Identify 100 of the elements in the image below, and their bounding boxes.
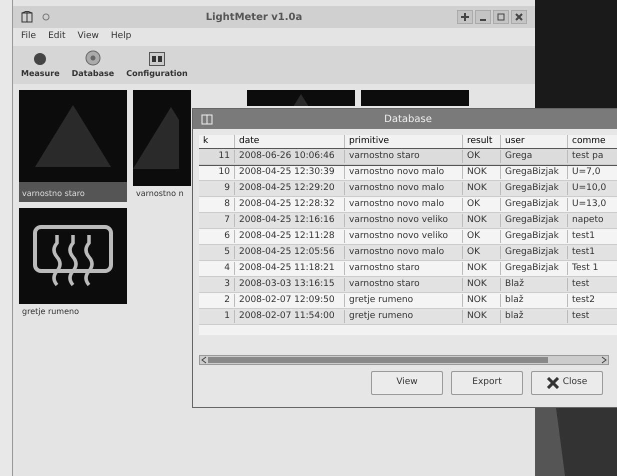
table-cell: NOK <box>463 262 501 276</box>
table-cell: blaž <box>501 294 568 308</box>
table-cell: varnostno novo veliko <box>345 214 463 228</box>
close-icon <box>546 377 559 389</box>
table-row[interactable]: 4 2008-04-25 11:18:21 varnostno staro NOK GregaBizjak Test 1 <box>199 261 617 277</box>
table-row[interactable]: 2 2008-02-07 12:09:50 gretje rumeno NOK blaž test2 <box>199 293 617 309</box>
table-cell: 2008-04-25 12:29:20 <box>235 182 345 196</box>
table-cell: U=13,0 <box>568 198 617 212</box>
table-cell: U=10,0 <box>568 182 617 196</box>
tile-label[interactable]: gretje rumeno <box>19 304 127 320</box>
table-row[interactable]: 8 2008-04-25 12:28:32 varnostno novo malo OK GregaBizjak U=13,0 <box>199 197 617 213</box>
toolbar-button[interactable]: Database <box>72 50 114 80</box>
table-cell: test1 <box>568 246 617 260</box>
table-cell: Test 1 <box>568 262 617 276</box>
table-cell: GregaBizjak <box>501 166 568 180</box>
tile-image[interactable] <box>19 208 127 304</box>
scroll-left-icon[interactable] <box>200 356 208 364</box>
table-cell: OK <box>463 150 501 164</box>
table-cell: OK <box>463 230 501 244</box>
table-row[interactable]: 3 2008-03-03 13:16:15 varnostno staro NOK Blaž test <box>199 277 617 293</box>
table-cell: 2008-06-26 10:06:46 <box>235 150 345 164</box>
table-cell: varnostno staro <box>345 278 463 292</box>
horizontal-scrollbar[interactable] <box>199 355 609 365</box>
table-cell: 9 <box>199 182 235 196</box>
table-cell: varnostno staro <box>345 150 463 164</box>
tile-image[interactable] <box>247 90 355 106</box>
table-row[interactable]: 5 2008-04-25 12:05:56 varnostno novo malo OK GregaBizjak test1 <box>199 245 617 261</box>
table-cell: OK <box>463 198 501 212</box>
dot-icon <box>33 52 48 66</box>
table-cell: 2008-02-07 11:54:00 <box>235 310 345 324</box>
table-cell: 11 <box>199 150 235 164</box>
table-cell: test2 <box>568 294 617 308</box>
scroll-right-icon[interactable] <box>600 356 608 364</box>
table-cell: NOK <box>463 166 501 180</box>
table-cell: U=7,0 <box>568 166 617 180</box>
menu-item[interactable]: View <box>78 30 99 44</box>
table-cell: 2008-03-03 13:16:15 <box>235 278 345 292</box>
tile-image[interactable] <box>133 90 191 186</box>
table-row[interactable]: 9 2008-04-25 12:29:20 varnostno novo malo NOK GregaBizjak U=10,0 <box>199 181 617 197</box>
table-cell: GregaBizjak <box>501 214 568 228</box>
window-title: LightMeter v1.0a <box>204 10 304 24</box>
table-cell: 10 <box>199 166 235 180</box>
table-cell: gretje rumeno <box>345 294 463 308</box>
table-row[interactable]: 7 2008-04-25 12:16:16 varnostno novo veliko NOK GregaBizjak napeto <box>199 213 617 229</box>
dialog-title: Database <box>383 112 433 126</box>
tile-image[interactable] <box>361 90 469 106</box>
tile-label[interactable]: varnostno n <box>133 186 191 202</box>
table-cell: varnostno novo malo <box>345 198 463 212</box>
table-cell: varnostno novo malo <box>345 182 463 196</box>
table-cell: 8 <box>199 198 235 212</box>
table-cell: NOK <box>463 294 501 308</box>
table-cell: 2 <box>199 294 235 308</box>
scrollbar-thumb[interactable] <box>208 357 548 363</box>
minimize-button[interactable] <box>475 10 491 24</box>
table-cell: Blaž <box>501 278 568 292</box>
sticky-icon[interactable] <box>41 12 51 22</box>
tile-label[interactable]: varnostno staro <box>19 186 127 202</box>
table-cell: 4 <box>199 262 235 276</box>
table-cell: varnostno novo veliko <box>345 230 463 244</box>
menu-item[interactable]: Help <box>110 30 132 44</box>
toolbar-button[interactable]: Configuration <box>126 52 188 80</box>
maximize-icon <box>497 13 505 21</box>
switches-icon <box>148 52 165 66</box>
table-cell: NOK <box>463 278 501 292</box>
pin-icon <box>461 13 469 21</box>
table-cell: test <box>568 310 617 324</box>
menu-item[interactable]: File <box>21 30 36 44</box>
table-row[interactable]: 6 2008-04-25 12:11:28 varnostno novo veliko OK GregaBizjak test1 <box>199 229 617 245</box>
table-cell: OK <box>463 246 501 260</box>
table-cell: GregaBizjak <box>501 262 568 276</box>
table-cell: NOK <box>463 214 501 228</box>
pin-button[interactable] <box>457 10 473 24</box>
maximize-button[interactable] <box>493 10 509 24</box>
table-cell: GregaBizjak <box>501 198 568 212</box>
table-cell: napeto <box>568 214 617 228</box>
table-cell: GregaBizjak <box>501 230 568 244</box>
table-cell: 2008-04-25 12:16:16 <box>235 214 345 228</box>
close-button[interactable] <box>511 10 527 24</box>
table-row[interactable]: 1 2008-02-07 11:54:00 gretje rumeno NOK blaž test <box>199 309 617 325</box>
tile-image[interactable] <box>19 90 127 186</box>
table-cell: 5 <box>199 246 235 260</box>
table-cell: varnostno novo malo <box>345 246 463 260</box>
table-row[interactable]: 11 2008-06-26 10:06:46 varnostno staro OK Grega test pa <box>199 149 617 165</box>
table-cell: gretje rumeno <box>345 310 463 324</box>
menu-item[interactable]: Edit <box>48 30 66 44</box>
table-row[interactable]: 10 2008-04-25 12:30:39 varnostno novo malo NOK GregaBizjak U=7,0 <box>199 165 617 181</box>
table-cell: test1 <box>568 230 617 244</box>
table-cell: 2008-04-25 11:18:21 <box>235 262 345 276</box>
disc-icon <box>84 50 101 66</box>
table-cell: 2008-04-25 12:28:32 <box>235 198 345 212</box>
dialog-button[interactable]: Export <box>451 371 523 395</box>
table-cell: NOK <box>463 182 501 196</box>
toolbar-button[interactable]: Measure <box>21 52 60 80</box>
warning-triangle-icon <box>35 105 111 167</box>
close-icon <box>515 13 523 21</box>
dialog-button[interactable]: Close <box>531 371 603 395</box>
table-cell: 6 <box>199 230 235 244</box>
table-cell: GregaBizjak <box>501 246 568 260</box>
dialog-button[interactable]: View <box>371 371 443 395</box>
window-menu-icon[interactable] <box>21 11 33 23</box>
